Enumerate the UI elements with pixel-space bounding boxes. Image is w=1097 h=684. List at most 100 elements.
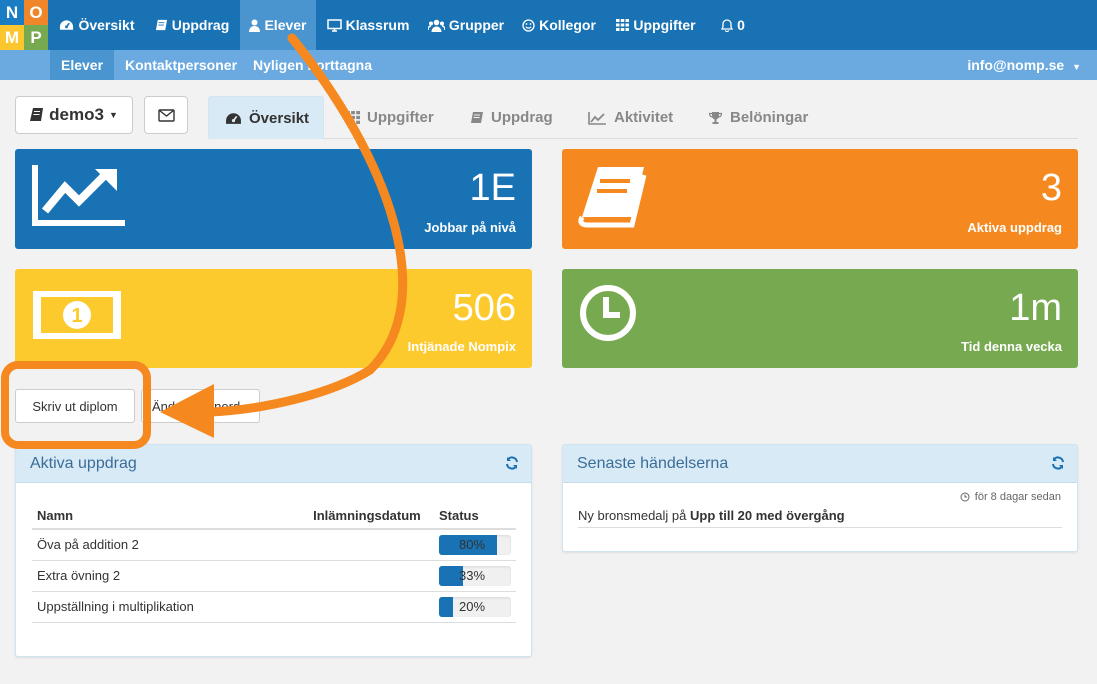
print-diploma-button[interactable]: Skriv ut diplom	[15, 389, 135, 423]
progress-bar: 20%	[439, 596, 511, 617]
logo-letter: N	[0, 0, 24, 25]
book-icon	[578, 163, 650, 234]
recent-events-panel: Senaste händelserna för 8 dagar sedan Ny…	[562, 444, 1078, 552]
mission-status-cell: 20%	[434, 591, 516, 623]
nav-item-notifications[interactable]: 0	[712, 0, 754, 50]
event-timestamp: för 8 dagar sedan	[960, 491, 1061, 503]
user-email: info@nomp.se	[967, 57, 1065, 73]
student-dropdown[interactable]: demo3 ▼	[15, 96, 133, 134]
mission-name: Uppställning i multiplikation	[32, 591, 309, 623]
column-header-due-date: Inlämningsdatum	[308, 503, 434, 530]
nav-item-label: Grupper	[448, 17, 505, 33]
divider	[578, 527, 1062, 528]
user-menu[interactable]: info@nomp.se ▼	[967, 50, 1081, 80]
caret-down-icon: ▼	[108, 110, 118, 120]
monitor-icon	[326, 18, 342, 32]
tab-label: Aktivitet	[614, 109, 674, 126]
event-text-target[interactable]: Upp till 20 med övergång	[690, 508, 845, 523]
message-button[interactable]	[144, 96, 188, 134]
stat-panel-time: 1m Tid denna vecka	[562, 269, 1078, 368]
sub-navbar: Elever Kontaktpersoner Nyligen borttagna…	[0, 50, 1097, 80]
tab-label: Översikt	[249, 109, 310, 127]
tab-oversikt[interactable]: Översikt	[208, 96, 325, 139]
mission-name: Extra övning 2	[32, 560, 309, 592]
active-missions-panel: Aktiva uppdrag Namn Inlämningsdatum Stat…	[15, 444, 532, 657]
dashboard-icon	[59, 19, 74, 31]
smile-icon	[522, 18, 535, 32]
tab-uppdrag[interactable]: Uppdrag	[470, 96, 553, 139]
nav-item-oversikt[interactable]: Översikt	[52, 0, 142, 50]
progress-label: 33%	[459, 567, 486, 583]
nav-item-label: Uppdrag	[171, 17, 230, 33]
refresh-icon[interactable]	[1051, 456, 1065, 475]
svg-text:1: 1	[71, 305, 82, 327]
mission-name: Öva på addition 2	[32, 529, 309, 561]
refresh-icon[interactable]	[505, 456, 519, 475]
logo-letter: P	[24, 25, 48, 50]
event-text-prefix: Ny bronsmedalj på	[578, 508, 687, 523]
event-text: Ny bronsmedalj på Upp till 20 med övergå…	[578, 508, 845, 523]
grid-icon	[346, 111, 360, 124]
book-icon	[155, 19, 168, 32]
nav-item-uppdrag[interactable]: Uppdrag	[146, 0, 238, 50]
book-icon	[470, 111, 484, 125]
envelope-icon	[157, 108, 175, 122]
progress-label: 20%	[459, 598, 486, 614]
progress-label: 80%	[459, 536, 486, 552]
student-name: demo3	[49, 105, 104, 124]
table-row[interactable]: Öva på addition 2 80%	[32, 529, 516, 561]
bell-icon	[721, 18, 734, 32]
dashboard-icon	[225, 112, 242, 125]
subnav-item-elever[interactable]: Elever	[50, 50, 115, 80]
tab-label: Belöningar	[730, 109, 809, 126]
line-chart-icon	[588, 111, 607, 125]
tab-uppgifter[interactable]: Uppgifter	[346, 96, 434, 139]
user-icon	[249, 19, 261, 32]
logo-letter: M	[0, 25, 24, 50]
nav-item-label: Klassrum	[345, 17, 410, 33]
stat-value: 506	[452, 287, 516, 329]
panel-title: Senaste händelserna	[577, 454, 729, 472]
mission-status-cell: 33%	[434, 560, 516, 592]
nav-item-label: Uppgifter	[633, 17, 696, 33]
panel-header: Senaste händelserna	[563, 445, 1077, 483]
stat-panel-level: 1E Jobbar på nivå	[15, 149, 532, 249]
panel-title: Aktiva uppdrag	[30, 454, 137, 472]
table-row[interactable]: Extra övning 2 33%	[32, 560, 516, 592]
nav-item-kollegor[interactable]: Kollegor	[518, 0, 600, 50]
top-navbar: N O M P Översikt Uppdrag Elever Klassrum…	[0, 0, 1097, 50]
missions-table: Namn Inlämningsdatum Status Öva på addit…	[32, 503, 516, 623]
tab-beloningar[interactable]: Belöningar	[708, 96, 808, 139]
notification-count: 0	[737, 17, 745, 33]
subnav-item-nyligen-borttagna[interactable]: Nyligen borttagna	[242, 50, 383, 80]
book-icon	[30, 107, 44, 123]
nav-item-label: Översikt	[78, 17, 135, 33]
change-password-button[interactable]: Ändra lösenord	[141, 389, 260, 423]
nav-item-grupper[interactable]: Grupper	[424, 0, 508, 50]
mission-status-cell: 80%	[434, 529, 516, 561]
trophy-icon	[708, 111, 723, 125]
table-row[interactable]: Uppställning i multiplikation 20%	[32, 591, 516, 623]
nav-item-label: Elever	[264, 17, 307, 33]
progress-fill	[439, 596, 454, 617]
mission-due-date	[308, 591, 434, 623]
stat-label: Intjänade Nompix	[407, 339, 516, 354]
stat-panel-missions: 3 Aktiva uppdrag	[562, 149, 1078, 249]
line-chart-icon	[31, 163, 127, 232]
tab-label: Uppdrag	[491, 109, 553, 126]
nav-item-uppgifter[interactable]: Uppgifter	[610, 0, 702, 50]
grid-icon	[616, 19, 630, 31]
tab-label: Uppgifter	[367, 109, 434, 126]
stat-label: Aktiva uppdrag	[967, 220, 1062, 235]
caret-down-icon: ▼	[1072, 62, 1081, 72]
nav-item-klassrum[interactable]: Klassrum	[322, 0, 414, 50]
users-icon	[427, 19, 445, 32]
stat-label: Tid denna vecka	[961, 339, 1062, 354]
stat-value: 1m	[1009, 287, 1062, 329]
subnav-item-kontaktpersoner[interactable]: Kontaktpersoner	[114, 50, 248, 80]
nomp-logo[interactable]: N O M P	[0, 0, 48, 50]
tab-aktivitet[interactable]: Aktivitet	[588, 96, 673, 139]
nav-item-elever[interactable]: Elever	[240, 0, 316, 50]
stat-label: Jobbar på nivå	[424, 220, 516, 235]
mission-due-date	[308, 529, 434, 561]
